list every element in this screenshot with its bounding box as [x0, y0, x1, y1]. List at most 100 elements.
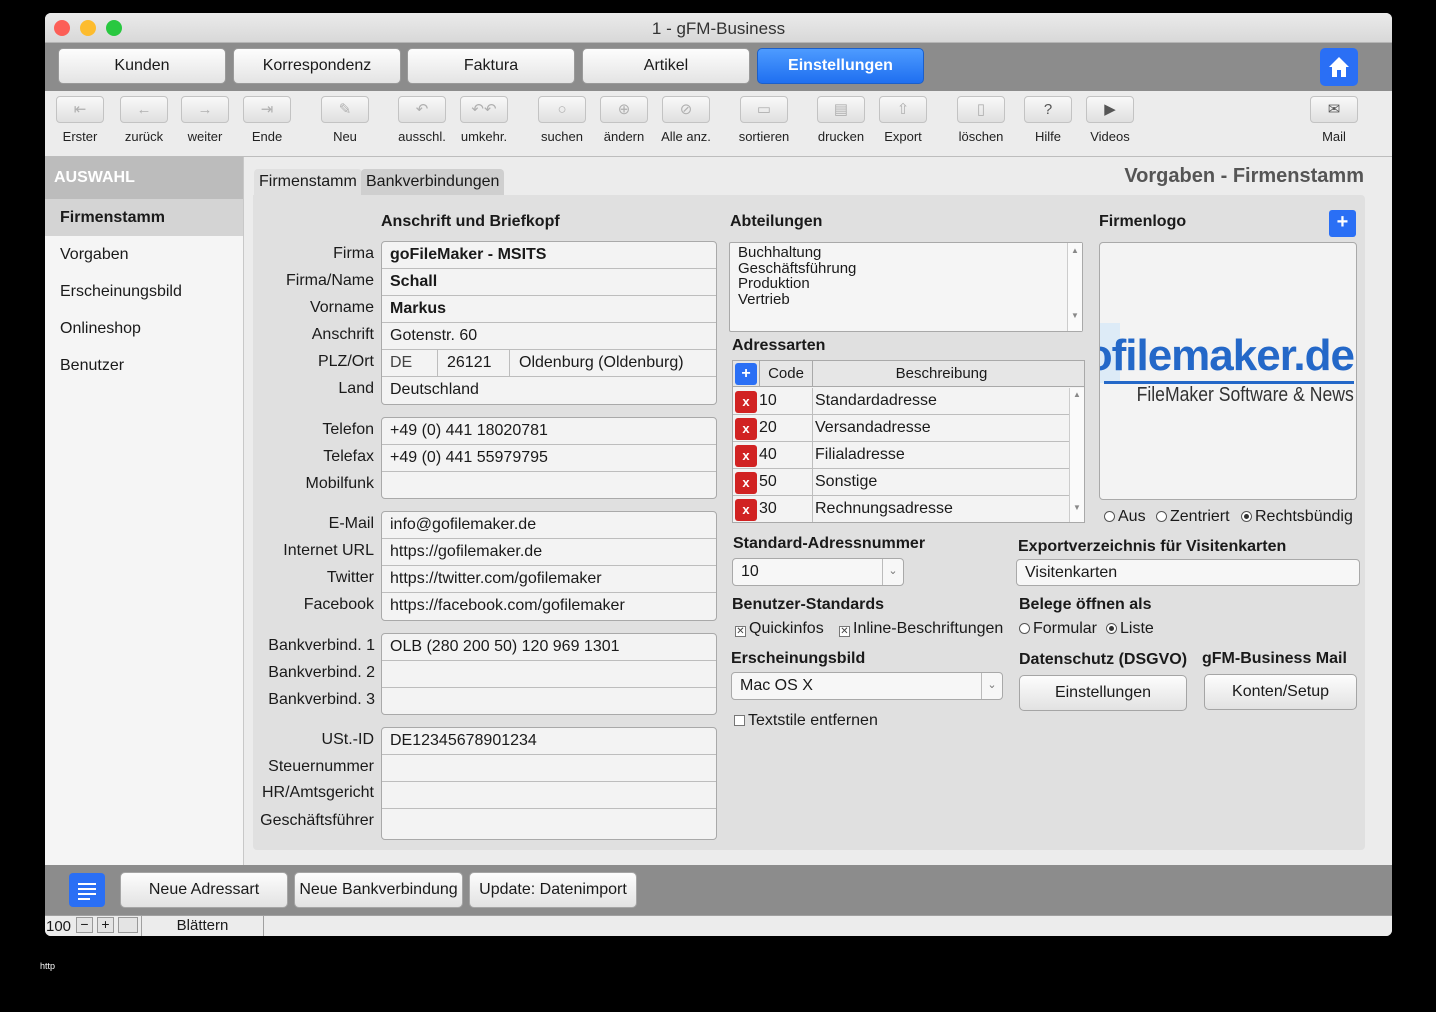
toolbar-erster[interactable]: ⇤ Erster — [50, 96, 110, 144]
table-row[interactable]: x 30 Rechnungsadresse — [733, 496, 1069, 522]
ort-field[interactable]: Oldenburg (Oldenburg) — [511, 350, 716, 377]
nav-korrespondenz[interactable]: Korrespondenz — [233, 48, 401, 84]
land-field[interactable]: Deutschland — [382, 377, 716, 404]
table-row[interactable]: x 20 Versandadresse — [733, 415, 1069, 442]
facebook-field[interactable]: https://facebook.com/gofilemaker — [382, 593, 716, 620]
toolbar-mail[interactable]: ✉ Mail — [1304, 96, 1364, 144]
table-row[interactable]: x 50 Sonstige — [733, 469, 1069, 496]
steuernummer-field[interactable] — [382, 755, 716, 782]
row-code[interactable]: 20 — [759, 415, 813, 441]
row-desc[interactable]: Standardadresse — [815, 388, 937, 414]
delete-row-button[interactable]: x — [735, 472, 757, 494]
nav-artikel[interactable]: Artikel — [582, 48, 750, 84]
land-code-field[interactable]: DE — [382, 350, 438, 377]
nav-kunden[interactable]: Kunden — [58, 48, 226, 84]
nav-einstellungen[interactable]: Einstellungen — [757, 48, 924, 84]
list-item[interactable]: Vertrieb — [738, 291, 856, 308]
firma-name-field[interactable]: Schall — [382, 269, 716, 296]
anschrift-field[interactable]: Gotenstr. 60 — [382, 323, 716, 350]
sidebar-item-vorgaben[interactable]: Vorgaben — [45, 236, 243, 273]
gf-field[interactable] — [382, 809, 716, 836]
sidebar-item-benutzer[interactable]: Benutzer — [45, 347, 243, 384]
sidebar-item-onlineshop[interactable]: Onlineshop — [45, 310, 243, 347]
logo-align-zentriert[interactable]: Zentriert — [1156, 508, 1230, 526]
tab-bankverbindungen[interactable]: Bankverbindungen — [361, 169, 505, 195]
vorname-field[interactable]: Markus — [382, 296, 716, 323]
toolbar-neu[interactable]: ✎ Neu — [315, 96, 375, 144]
erscheinungsbild-select[interactable]: Mac OS X ⌄ — [731, 672, 1003, 700]
standard-adressnummer-select[interactable]: 10 ⌄ — [732, 558, 904, 586]
zoom-out-icon[interactable]: − — [76, 917, 93, 933]
toolbar-alle-anz[interactable]: ⊘ Alle anz. — [656, 96, 716, 144]
mode-indicator[interactable]: Blättern — [141, 916, 264, 936]
row-desc[interactable]: Rechnungsadresse — [815, 496, 953, 522]
sidebar-item-firmenstamm[interactable]: Firmenstamm — [45, 199, 243, 236]
bank3-field[interactable] — [382, 688, 716, 715]
add-adressart-button[interactable]: + — [735, 363, 757, 385]
ustid-field[interactable]: DE12345678901234 — [382, 728, 716, 755]
row-code[interactable]: 50 — [759, 469, 813, 495]
hr-field[interactable] — [382, 782, 716, 809]
telefon-field[interactable]: +49 (0) 441 18020781 — [382, 418, 716, 445]
logo-container[interactable]: gofilemaker.de FileMaker Software & News — [1099, 242, 1357, 500]
quickinfos-checkbox[interactable]: ✕ Quickinfos — [735, 620, 824, 638]
home-button[interactable] — [1320, 48, 1358, 86]
logo-align-aus[interactable]: Aus — [1104, 508, 1146, 526]
add-logo-button[interactable]: + — [1329, 210, 1356, 237]
datenschutz-einstellungen-button[interactable]: Einstellungen — [1019, 675, 1187, 711]
toolbar-zurueck[interactable]: ← zurück — [114, 96, 174, 144]
toolbar-suchen[interactable]: ○ suchen — [532, 96, 592, 144]
telefax-field[interactable]: +49 (0) 441 55979795 — [382, 445, 716, 472]
firma-field[interactable]: goFileMaker - MSITS — [382, 242, 716, 269]
toolbar-videos[interactable]: ▶ Videos — [1080, 96, 1140, 144]
toggle-toolbar-icon[interactable] — [118, 917, 138, 933]
list-item[interactable]: Produktion — [738, 276, 856, 292]
mail-konten-setup-button[interactable]: Konten/Setup — [1204, 674, 1357, 710]
row-code[interactable]: 40 — [759, 442, 813, 468]
sidebar-item-erscheinungsbild[interactable]: Erscheinungsbild — [45, 273, 243, 310]
toolbar-loeschen[interactable]: ▯ löschen — [951, 96, 1011, 144]
zoom-in-icon[interactable]: + — [97, 917, 114, 933]
mobilfunk-field[interactable] — [382, 472, 716, 499]
toolbar-weiter[interactable]: → weiter — [175, 96, 235, 144]
delete-row-button[interactable]: x — [735, 418, 757, 440]
email-field[interactable]: info@gofilemaker.de — [382, 512, 716, 539]
menu-button[interactable] — [69, 873, 105, 907]
plz-field[interactable]: 26121 — [439, 350, 510, 377]
neue-adressart-button[interactable]: Neue Adressart — [120, 872, 288, 908]
logo-align-rechtsbuendig[interactable]: Rechtsbündig — [1241, 508, 1353, 526]
tab-firmenstamm[interactable]: Firmenstamm — [254, 169, 362, 195]
table-row[interactable]: x 10 Standardadresse — [733, 388, 1069, 415]
delete-row-button[interactable]: x — [735, 445, 757, 467]
list-item[interactable]: Geschäftsführung — [738, 260, 856, 277]
abteilungen-list[interactable]: Buchhaltung Geschäftsführung Produktion … — [729, 242, 1083, 332]
row-desc[interactable]: Sonstige — [815, 469, 877, 495]
url-field[interactable]: https://gofilemaker.de — [382, 539, 716, 566]
toolbar-export[interactable]: ⇧ Export — [873, 96, 933, 144]
list-item[interactable]: Buchhaltung — [738, 245, 856, 261]
toolbar-sortieren[interactable]: ▭ sortieren — [734, 96, 794, 144]
textstile-checkbox[interactable]: Textstile entfernen — [734, 712, 878, 730]
delete-row-button[interactable]: x — [735, 499, 757, 521]
row-desc[interactable]: Filialadresse — [815, 442, 905, 468]
row-code[interactable]: 10 — [759, 388, 813, 414]
toolbar-ausschl[interactable]: ↶ ausschl. — [392, 96, 452, 144]
export-dir-field[interactable]: Visitenkarten — [1016, 559, 1360, 586]
toolbar-umkehr[interactable]: ↶↶ umkehr. — [454, 96, 514, 144]
row-desc[interactable]: Versandadresse — [815, 415, 931, 441]
zoom-level[interactable]: 100 — [46, 918, 71, 935]
toolbar-aendern[interactable]: ⊕ ändern — [594, 96, 654, 144]
abteilungen-scrollbar[interactable]: ▲ ▼ — [1067, 243, 1082, 331]
twitter-field[interactable]: https://twitter.com/gofilemaker — [382, 566, 716, 593]
neue-bankverbindung-button[interactable]: Neue Bankverbindung — [294, 872, 463, 908]
toolbar-ende[interactable]: ⇥ Ende — [237, 96, 297, 144]
bank2-field[interactable] — [382, 661, 716, 688]
update-datenimport-button[interactable]: Update: Datenimport — [469, 872, 637, 908]
toolbar-drucken[interactable]: ▤ drucken — [811, 96, 871, 144]
table-row[interactable]: x 40 Filialadresse — [733, 442, 1069, 469]
inline-checkbox[interactable]: ✕ Inline-Beschriftungen — [839, 620, 1003, 638]
toolbar-hilfe[interactable]: ? Hilfe — [1018, 96, 1078, 144]
bank1-field[interactable]: OLB (280 200 50) 120 969 1301 — [382, 634, 716, 661]
row-code[interactable]: 30 — [759, 496, 813, 522]
delete-row-button[interactable]: x — [735, 391, 757, 413]
